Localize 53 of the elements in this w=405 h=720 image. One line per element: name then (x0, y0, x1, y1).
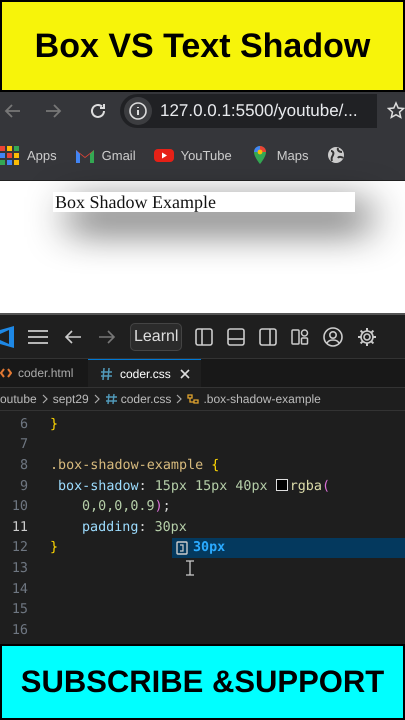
line-number: 14 (10, 582, 28, 597)
hash-icon (104, 393, 117, 405)
bookmark-item[interactable]: Apps (0, 145, 57, 165)
code-line: padding: 30px (81, 520, 187, 535)
info-icon[interactable] (128, 101, 148, 121)
layout-grid-icon[interactable] (290, 326, 310, 346)
line-number: 7 (18, 437, 28, 452)
address-bar[interactable]: 127.0.0.1:5500/youtube/... (120, 94, 377, 128)
chevron-right-icon (92, 394, 101, 404)
account-icon[interactable] (322, 326, 344, 348)
breadcrumb-item[interactable]: .box-shadow-example (187, 392, 321, 406)
breadcrumb-item[interactable]: sept29 (52, 392, 89, 406)
suggestion-item[interactable]: 30px (172, 538, 405, 558)
breadcrumb-item[interactable]: outube (0, 392, 37, 406)
star-icon[interactable] (387, 101, 405, 121)
code-line: } (50, 416, 58, 432)
globe-icon[interactable] (326, 145, 346, 165)
settings-icon[interactable] (356, 326, 378, 348)
split-layout-icon[interactable] (258, 326, 278, 346)
file-tab[interactable]: coder.css (88, 359, 201, 387)
value-icon (176, 540, 188, 555)
line-number: 12 (10, 540, 28, 556)
sidebar-layout-icon[interactable] (194, 326, 214, 346)
line-number: 8 (18, 458, 28, 473)
code-brackets-icon (0, 366, 12, 380)
line-number: 6 (18, 416, 28, 432)
code-line: 0,0,0,0.9); (81, 499, 171, 514)
line-number: 16 (10, 622, 28, 638)
bookmark-item[interactable]: YouTube (154, 145, 232, 165)
text-cursor-icon (185, 560, 195, 576)
command-search-field[interactable]: Learnl (130, 322, 182, 350)
close-icon[interactable] (178, 368, 191, 380)
bookmark-item[interactable]: Gmail (74, 145, 136, 165)
code-line: box-shadow: 15px 15px 40px rgba( (57, 478, 330, 494)
chevron-right-icon (40, 394, 49, 404)
apps-grid-icon (0, 145, 20, 165)
banner-title: Box VS Text Shadow (34, 26, 370, 66)
bookmark-item[interactable]: Maps (250, 145, 308, 165)
example-box: Box Shadow Example (53, 192, 355, 212)
banner-title: SUBSCRIBE &SUPPORT (20, 664, 384, 700)
symbol-class-icon (187, 393, 200, 405)
code-line: .box-shadow-example { (50, 458, 220, 473)
code-line: } (50, 540, 58, 556)
breadcrumb-item[interactable]: coder.css (104, 392, 172, 406)
hash-icon (100, 366, 112, 380)
line-number: 13 (10, 560, 28, 576)
vscode-logo-icon (0, 326, 14, 348)
panel-layout-icon[interactable] (226, 326, 246, 346)
chevron-right-icon (175, 394, 184, 404)
line-number: 15 (10, 602, 28, 618)
line-number: 10 (10, 499, 28, 514)
line-number: 11 (10, 520, 28, 535)
line-number: 9 (18, 478, 28, 494)
